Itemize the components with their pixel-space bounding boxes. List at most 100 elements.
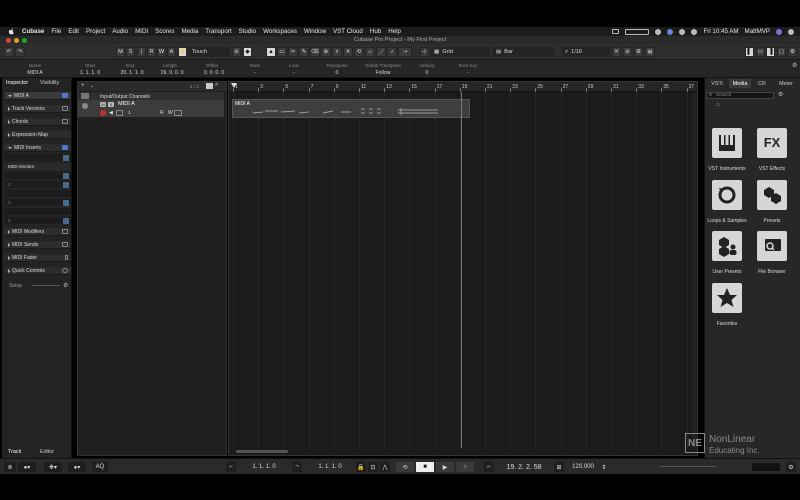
- ruler-bar-33[interactable]: 33: [638, 84, 644, 90]
- wifi-icon[interactable]: [679, 28, 686, 35]
- time-warp-tool-button[interactable]: ⟲: [354, 47, 364, 57]
- split-tool-button[interactable]: ✂: [288, 47, 298, 57]
- menu-project[interactable]: Project: [86, 28, 105, 35]
- punch-icon[interactable]: ⊡: [368, 462, 378, 472]
- menu-transport[interactable]: Transport: [205, 28, 231, 35]
- volume-icon[interactable]: [691, 28, 698, 35]
- transport-settings-icon[interactable]: ⚙: [786, 462, 796, 472]
- menu-studio[interactable]: Studio: [239, 28, 257, 35]
- grid-type-select[interactable]: ▤ Bar: [492, 47, 555, 57]
- section-midi-sends[interactable]: MIDI Sends: [5, 241, 71, 249]
- auto-quantize-button[interactable]: AQ: [92, 462, 108, 472]
- clock[interactable]: Fri 10:45 AM: [703, 28, 738, 35]
- track-mute-button[interactable]: M: [100, 102, 106, 107]
- menu-workspaces[interactable]: Workspaces: [263, 28, 297, 35]
- tempo-stepper-icon[interactable]: ⇕: [600, 462, 608, 472]
- ruler-bar-37[interactable]: 37: [689, 84, 695, 90]
- insert-slot-3[interactable]: 3: [5, 199, 71, 207]
- horizontal-scroll-thumb[interactable]: [236, 450, 288, 453]
- show-project-window-button[interactable]: ▢: [777, 47, 786, 57]
- tab-visibility[interactable]: Visibility: [40, 80, 59, 86]
- position-display[interactable]: 19. 2. 2. 58: [496, 462, 552, 472]
- track-solo-button[interactable]: S: [108, 102, 114, 107]
- quantize-panel-button[interactable]: ⊘: [623, 47, 632, 57]
- section-expression-map[interactable]: Expression Map: [5, 131, 71, 139]
- info-value-end[interactable]: 20. 1. 1. 0: [112, 70, 152, 76]
- folder-track-io-channels[interactable]: Input/Output Channels: [78, 92, 224, 100]
- record-mode-icon[interactable]: ●▾: [68, 462, 86, 472]
- listen-state-button[interactable]: ∣: [137, 47, 146, 57]
- insert-slot-2[interactable]: 2: [5, 181, 71, 189]
- play-button[interactable]: ▶: [436, 462, 454, 472]
- section-midi-fader[interactable]: MIDI Fader: [5, 254, 71, 262]
- add-track-icon[interactable]: +: [81, 83, 85, 89]
- info-value-name[interactable]: MIDI A: [20, 70, 50, 76]
- draw-tool-button[interactable]: ✎: [299, 47, 309, 57]
- section-quick-controls[interactable]: Quick Controls: [5, 267, 71, 275]
- track-edit-icon[interactable]: [116, 110, 123, 116]
- modifiers-icon[interactable]: [62, 229, 68, 234]
- info-value-global-transpose[interactable]: Follow: [360, 70, 406, 76]
- info-value-velocity[interactable]: 0: [412, 70, 442, 76]
- show-lower-zone-button[interactable]: ▭: [756, 47, 765, 57]
- metronome-icon[interactable]: ⋀: [380, 462, 390, 472]
- ruler-bar-31[interactable]: 31: [613, 84, 619, 90]
- vpn-icon[interactable]: [667, 28, 674, 35]
- tempo-track-icon[interactable]: ⊞: [554, 462, 564, 472]
- snap-toggle-button[interactable]: ⊹: [420, 47, 429, 57]
- quantize-preset-select[interactable]: ⌕ 1/16: [561, 47, 611, 57]
- ruler-bar-13[interactable]: 13: [386, 84, 392, 90]
- left-locator-marker-icon[interactable]: [230, 82, 238, 90]
- right-locator-value[interactable]: 1. 1. 1. 0: [304, 462, 356, 472]
- left-locator-icon[interactable]: ⌐: [226, 462, 236, 472]
- activate-project-icon[interactable]: ⊚: [4, 462, 16, 472]
- line-tool-button[interactable]: ／: [376, 47, 386, 57]
- insert-slot-2-row[interactable]: [5, 190, 71, 198]
- color-menu-button[interactable]: ▤: [645, 47, 655, 57]
- screen-icon[interactable]: [612, 29, 620, 34]
- ruler-bar-5[interactable]: 5: [285, 84, 288, 90]
- info-value-length[interactable]: 19. 0. 0. 0: [152, 70, 192, 76]
- media-settings-gear-icon[interactable]: ⚙: [778, 91, 783, 98]
- tab-vsti[interactable]: VSTi: [707, 79, 727, 88]
- tab-media[interactable]: Media: [729, 79, 751, 88]
- menu-midi[interactable]: MIDI: [135, 28, 148, 35]
- insert-slot-1[interactable]: MIDI Monitor: [5, 163, 71, 171]
- menu-help[interactable]: Help: [388, 28, 401, 35]
- control-center-icon[interactable]: [788, 28, 794, 35]
- tile-loops-samples[interactable]: [712, 180, 742, 210]
- menu-vst-cloud[interactable]: VST Cloud: [333, 28, 363, 35]
- event-display[interactable]: [228, 81, 698, 456]
- info-value-lock[interactable]: -: [279, 70, 309, 76]
- right-zone-settings-icon[interactable]: ⚙: [792, 62, 797, 69]
- insert-slot-3-row[interactable]: [5, 208, 71, 216]
- tile-vst-instruments[interactable]: [712, 128, 742, 158]
- ruler[interactable]: 1 3 5 7 9 11 13 15 17 19 21 23 25 27 29 31 33 35 37: [229, 82, 697, 92]
- menu-scores[interactable]: Scores: [155, 28, 174, 35]
- inserts-bypass-icon[interactable]: [63, 155, 69, 161]
- insert-slot-4[interactable]: 4: [5, 217, 71, 225]
- edit-instrument-icon[interactable]: [62, 93, 68, 98]
- insert-edit-icon[interactable]: [63, 182, 69, 188]
- ruler-bar-23[interactable]: 23: [512, 84, 518, 90]
- horizontal-scrollbar[interactable]: [232, 449, 692, 454]
- right-locator-icon[interactable]: ¬: [292, 462, 302, 472]
- snap-type-select[interactable]: ▦ Grid: [430, 47, 490, 57]
- siri-icon[interactable]: [776, 28, 782, 35]
- left-locator-value[interactable]: 1. 1. 1. 0: [238, 462, 290, 472]
- ruler-bar-25[interactable]: 25: [537, 84, 543, 90]
- sends-icon[interactable]: [62, 242, 68, 247]
- gear-icon[interactable]: ⚙: [63, 282, 68, 289]
- ruler-bar-35[interactable]: 35: [663, 84, 669, 90]
- setup-label[interactable]: Setup: [9, 283, 22, 289]
- home-icon[interactable]: ⌂: [716, 102, 720, 108]
- ruler-bar-7[interactable]: 7: [311, 84, 314, 90]
- ruler-bar-19[interactable]: 19: [462, 84, 468, 90]
- menu-edit[interactable]: Edit: [68, 28, 79, 35]
- tab-inspector[interactable]: Inspector: [6, 80, 28, 86]
- tab-meter[interactable]: Meter: [775, 79, 797, 88]
- info-value-start[interactable]: 1. 1. 1. 0: [72, 70, 108, 76]
- zoom-tool-button[interactable]: ⌕: [332, 47, 342, 57]
- automation-mode-select[interactable]: Touch: [188, 47, 230, 57]
- show-right-zone-button[interactable]: ▐: [766, 47, 775, 57]
